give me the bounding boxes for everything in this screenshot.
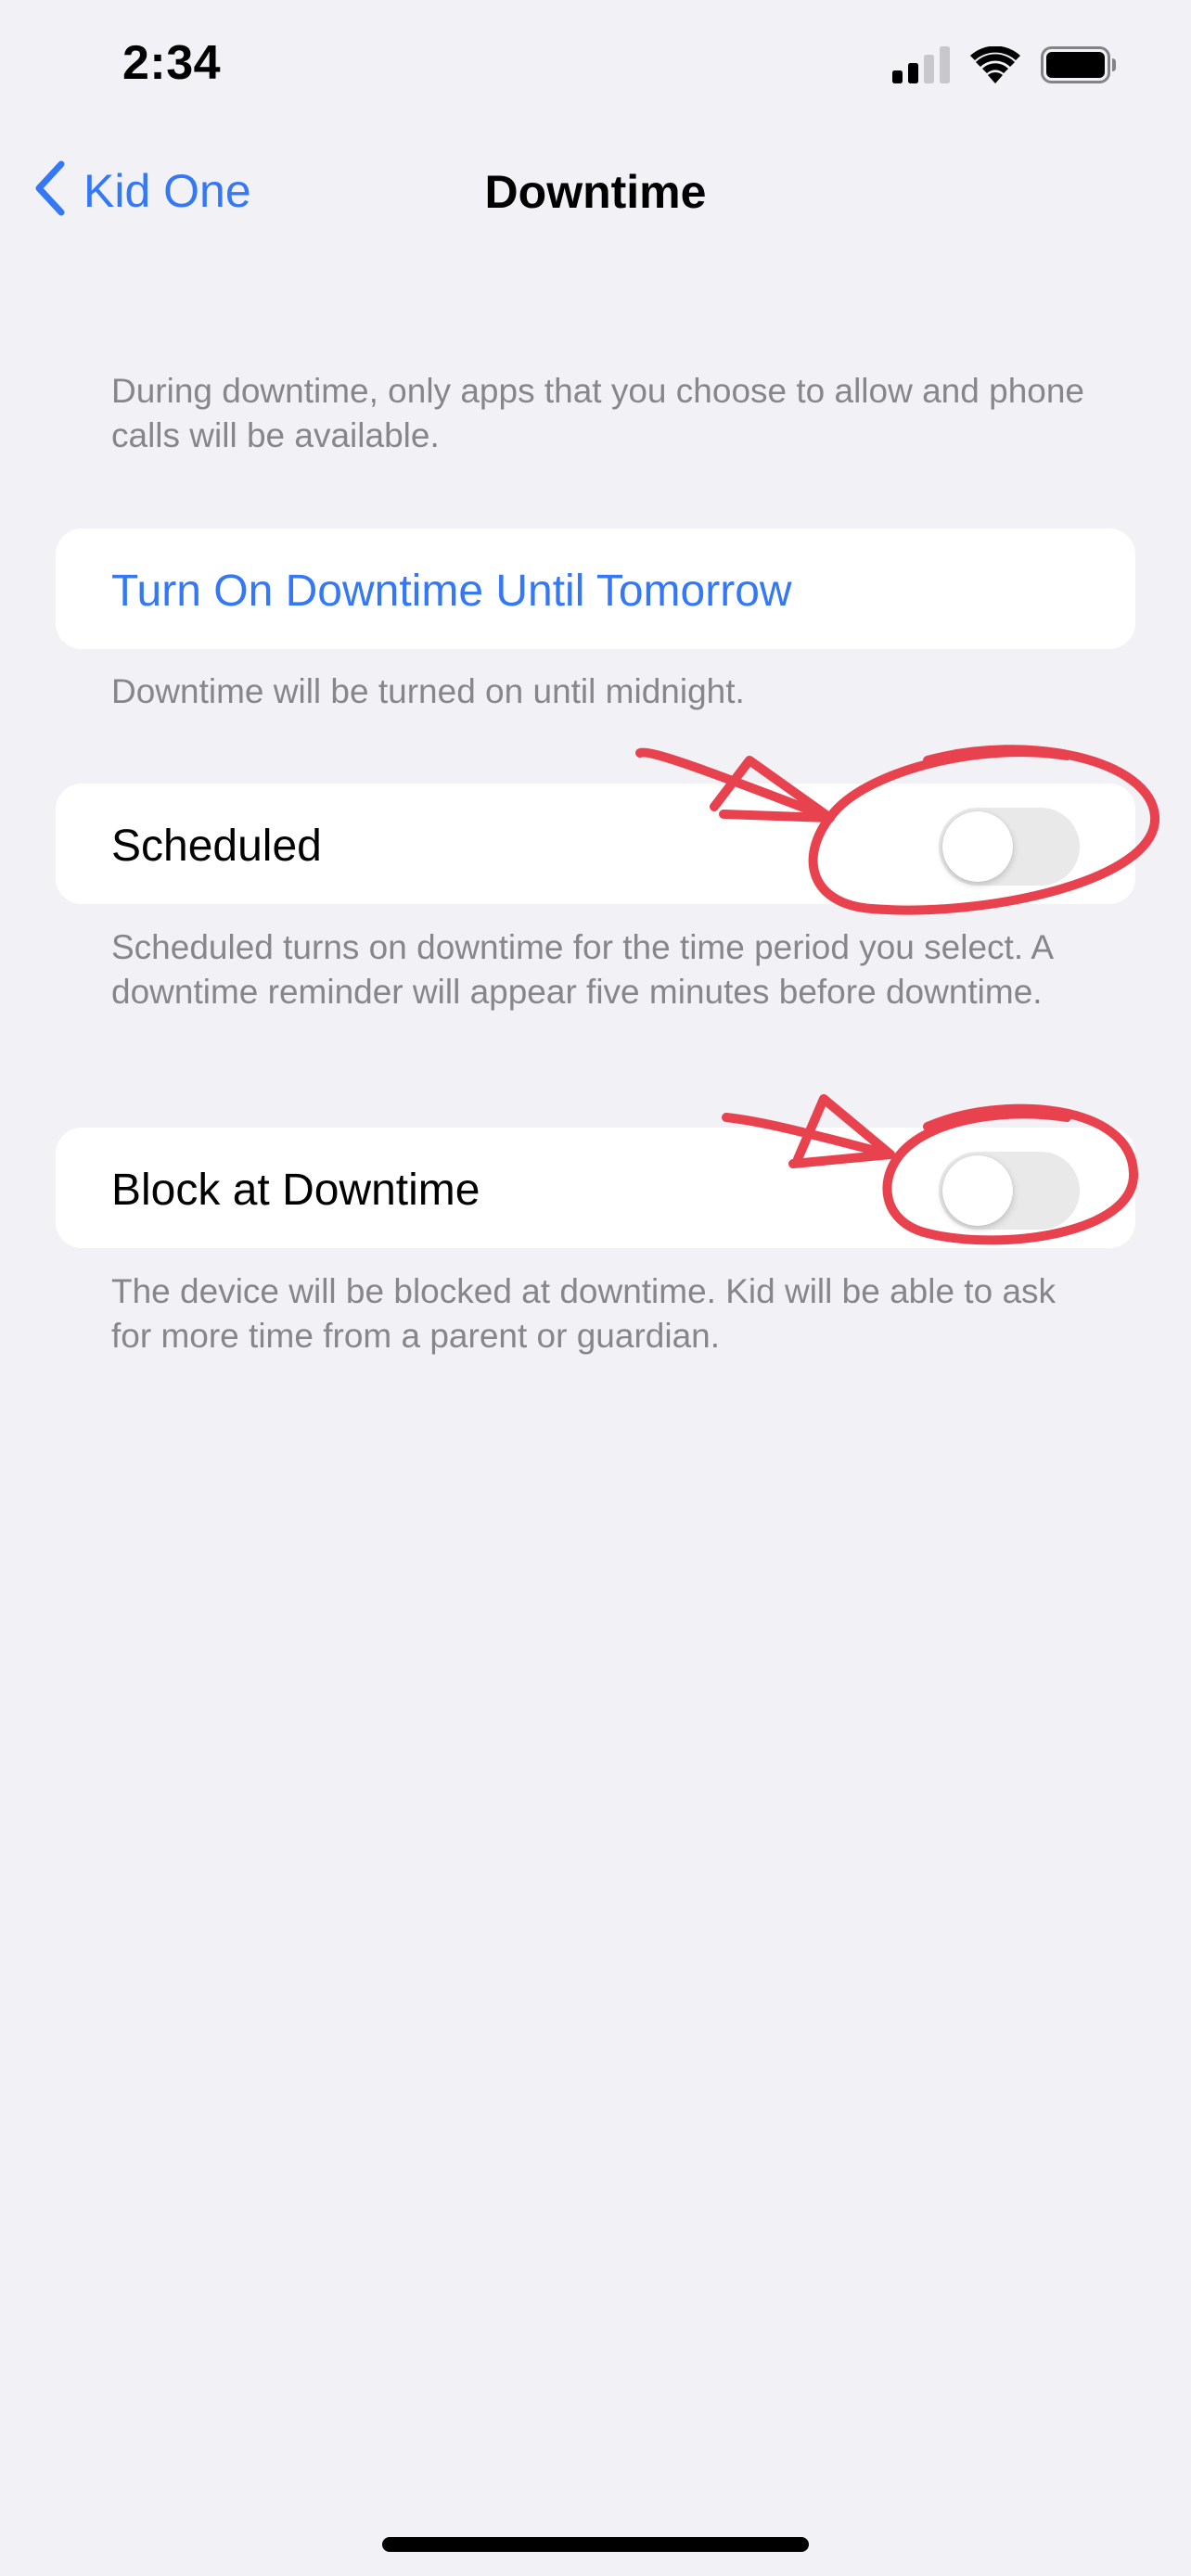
turn-on-downtime-cell[interactable]: Turn On Downtime Until Tomorrow xyxy=(56,529,1135,649)
status-bar: 2:34 xyxy=(0,0,1191,130)
scheduled-cell: Scheduled xyxy=(56,784,1135,904)
wifi-icon xyxy=(970,45,1020,88)
block-at-downtime-cell: Block at Downtime xyxy=(56,1128,1135,1248)
status-time: 2:34 xyxy=(122,36,222,90)
battery-icon xyxy=(1041,46,1117,88)
scheduled-footer: Scheduled turns on downtime for the time… xyxy=(111,928,1052,1011)
turn-on-footer: Downtime will be turned on until midnigh… xyxy=(111,672,745,710)
toggle-knob xyxy=(942,1155,1013,1226)
intro-description: During downtime, only apps that you choo… xyxy=(111,372,1085,454)
toggle-knob xyxy=(942,811,1013,882)
scheduled-toggle[interactable] xyxy=(939,808,1080,886)
block-at-downtime-toggle[interactable] xyxy=(939,1152,1080,1230)
home-indicator xyxy=(382,2537,809,2552)
page-title: Downtime xyxy=(484,166,707,218)
navigation-bar: Kid One Downtime xyxy=(0,139,1191,241)
block-footer: The device will be blocked at downtime. … xyxy=(111,1272,1057,1355)
status-icons xyxy=(892,45,1117,88)
scheduled-label: Scheduled xyxy=(111,822,322,871)
turn-on-downtime-button[interactable]: Turn On Downtime Until Tomorrow xyxy=(111,566,792,617)
block-at-downtime-label: Block at Downtime xyxy=(111,1166,480,1215)
cellular-signal-icon xyxy=(892,46,950,88)
